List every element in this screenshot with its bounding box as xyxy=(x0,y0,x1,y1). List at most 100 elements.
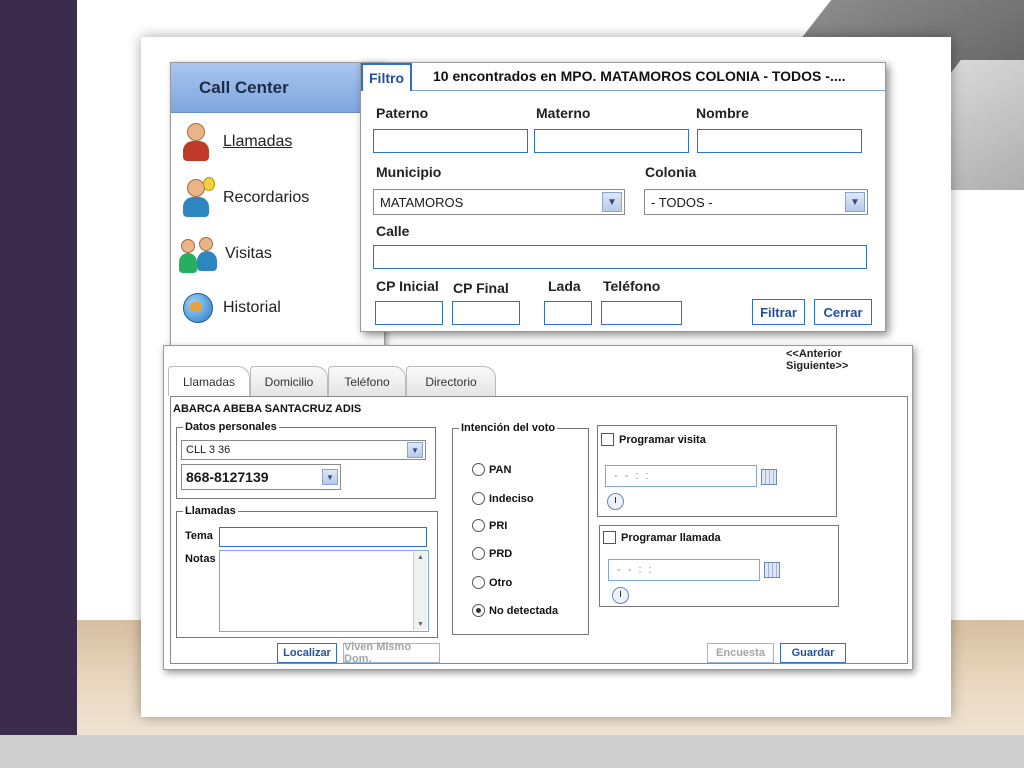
radio-otro[interactable]: Otro xyxy=(472,576,512,589)
clock-icon[interactable] xyxy=(607,493,624,510)
sidebar-item-historial[interactable]: Historial xyxy=(179,287,281,329)
filter-panel: Filtro 10 encontrados en MPO. MATAMOROS … xyxy=(360,62,886,332)
checkbox-label: Programar llamada xyxy=(621,531,721,544)
guardar-button[interactable]: Guardar xyxy=(780,643,846,663)
clock-icon[interactable] xyxy=(612,587,629,604)
calendar-icon[interactable] xyxy=(761,469,777,485)
radio-circle xyxy=(472,519,485,532)
sidebar-item-llamadas[interactable]: Llamadas xyxy=(179,121,292,163)
checkbox-label: Programar visita xyxy=(619,433,706,446)
cp-final-label: CP Final xyxy=(453,280,509,296)
sidebar: Call Center Llamadas Recordarios Visitas… xyxy=(170,62,385,352)
radio-label: PRI xyxy=(489,519,508,532)
reminder-idea-icon xyxy=(179,177,215,219)
colonia-select[interactable]: - TODOS - ▼ xyxy=(644,189,868,215)
tab-llamadas[interactable]: Llamadas xyxy=(168,366,250,396)
radio-label: PRD xyxy=(489,547,513,560)
viven-mismo-dom-button[interactable]: Viven Mismo Dom. xyxy=(343,641,440,665)
address-select[interactable]: CLL 3 36 ▼ xyxy=(181,440,426,460)
radio-label: PAN xyxy=(489,463,512,476)
previous-link[interactable]: <<Anterior xyxy=(786,348,842,360)
lada-label: Lada xyxy=(548,278,581,294)
calle-input[interactable] xyxy=(373,245,867,269)
radio-no-detectada[interactable]: No detectada xyxy=(472,604,558,617)
radio-label: Indeciso xyxy=(489,492,534,505)
notas-label: Notas xyxy=(185,553,216,565)
sidebar-item-label: Llamadas xyxy=(223,133,293,150)
phone-select[interactable]: 868-8127139 ▼ xyxy=(181,464,341,490)
filter-header: Filtro 10 encontrados en MPO. MATAMOROS … xyxy=(361,63,885,91)
intencion-voto-legend: Intención del voto xyxy=(461,422,556,434)
telefono-input[interactable] xyxy=(601,301,682,325)
background-left-band xyxy=(0,0,77,735)
municipio-select[interactable]: MATAMOROS ▼ xyxy=(373,189,625,215)
nombre-label: Nombre xyxy=(696,105,749,121)
radio-label: No detectada xyxy=(489,604,559,617)
calendar-icon[interactable] xyxy=(764,562,780,578)
llamada-datetime-input[interactable]: - - : : xyxy=(608,559,760,581)
tab-telefono[interactable]: Teléfono xyxy=(328,366,406,396)
radio-indeciso[interactable]: Indeciso xyxy=(472,492,534,505)
datos-personales-legend: Datos personales xyxy=(185,421,277,433)
radio-prd[interactable]: PRD xyxy=(472,547,512,560)
tab-domicilio[interactable]: Domicilio xyxy=(250,366,328,396)
person-name: ABARCA ABEBA SANTACRUZ ADIS xyxy=(173,403,362,415)
tema-label: Tema xyxy=(185,530,213,542)
radio-circle xyxy=(472,576,485,589)
record-tabs: Llamadas Domicilio Teléfono Directorio xyxy=(164,366,914,396)
chevron-down-icon: ▼ xyxy=(322,469,338,485)
cp-inicial-input[interactable] xyxy=(375,301,443,325)
sidebar-item-visitas[interactable]: Visitas xyxy=(179,233,272,275)
radio-circle xyxy=(472,463,485,476)
tema-input[interactable] xyxy=(219,527,427,547)
chevron-down-icon: ▼ xyxy=(407,442,423,458)
address-value: CLL 3 36 xyxy=(186,444,231,456)
programar-visita-checkbox[interactable]: Programar visita xyxy=(601,433,706,446)
radio-label: Otro xyxy=(489,576,513,589)
sidebar-item-label: Recordarios xyxy=(223,189,310,206)
sidebar-item-label: Historial xyxy=(223,299,281,316)
paterno-input[interactable] xyxy=(373,129,528,153)
materno-label: Materno xyxy=(536,105,591,121)
tab-content: ABARCA ABEBA SANTACRUZ ADIS Datos person… xyxy=(170,396,908,665)
municipio-value: MATAMOROS xyxy=(380,194,464,210)
paterno-label: Paterno xyxy=(376,105,429,121)
tab-directorio[interactable]: Directorio xyxy=(406,366,496,396)
chevron-down-icon: ▼ xyxy=(845,192,865,212)
record-panel: <<Anterior Siguiente>> Llamadas Domicili… xyxy=(163,345,913,670)
call-agent-icon xyxy=(179,121,215,163)
radio-pan[interactable]: PAN xyxy=(472,463,511,476)
visita-datetime-input[interactable]: - - : : xyxy=(605,465,757,487)
cp-final-input[interactable] xyxy=(452,301,520,325)
lada-input[interactable] xyxy=(544,301,592,325)
sidebar-title: Call Center xyxy=(171,63,384,113)
radio-circle xyxy=(472,547,485,560)
llamadas-legend: Llamadas xyxy=(185,505,236,517)
globe-history-icon xyxy=(179,287,215,329)
encuesta-button[interactable]: Encuesta xyxy=(707,643,774,663)
filtrar-button[interactable]: Filtrar xyxy=(752,299,805,325)
materno-input[interactable] xyxy=(534,129,689,153)
radio-pri[interactable]: PRI xyxy=(472,519,507,532)
sidebar-item-recordarios[interactable]: Recordarios xyxy=(179,177,309,219)
cp-inicial-label: CP Inicial xyxy=(376,278,439,294)
radio-circle xyxy=(472,492,485,505)
sidebar-item-label: Visitas xyxy=(225,245,272,262)
nombre-input[interactable] xyxy=(697,129,862,153)
notas-textarea[interactable] xyxy=(219,550,429,632)
filter-summary: 10 encontrados en MPO. MATAMOROS COLONIA… xyxy=(433,68,846,84)
filter-tab[interactable]: Filtro xyxy=(361,63,412,91)
chevron-down-icon: ▼ xyxy=(602,192,622,212)
radio-circle-selected xyxy=(472,604,485,617)
checkbox-box xyxy=(601,433,614,446)
background-bottom-band xyxy=(0,735,1024,768)
telefono-label: Teléfono xyxy=(603,278,661,294)
phone-value: 868-8127139 xyxy=(186,469,269,485)
localizar-button[interactable]: Localizar xyxy=(277,643,337,663)
municipio-label: Municipio xyxy=(376,164,442,180)
cerrar-button[interactable]: Cerrar xyxy=(814,299,872,325)
colonia-value: - TODOS - xyxy=(651,194,713,210)
notas-scrollbar[interactable] xyxy=(413,552,427,630)
calle-label: Calle xyxy=(376,223,410,239)
programar-llamada-checkbox[interactable]: Programar llamada xyxy=(603,531,721,544)
